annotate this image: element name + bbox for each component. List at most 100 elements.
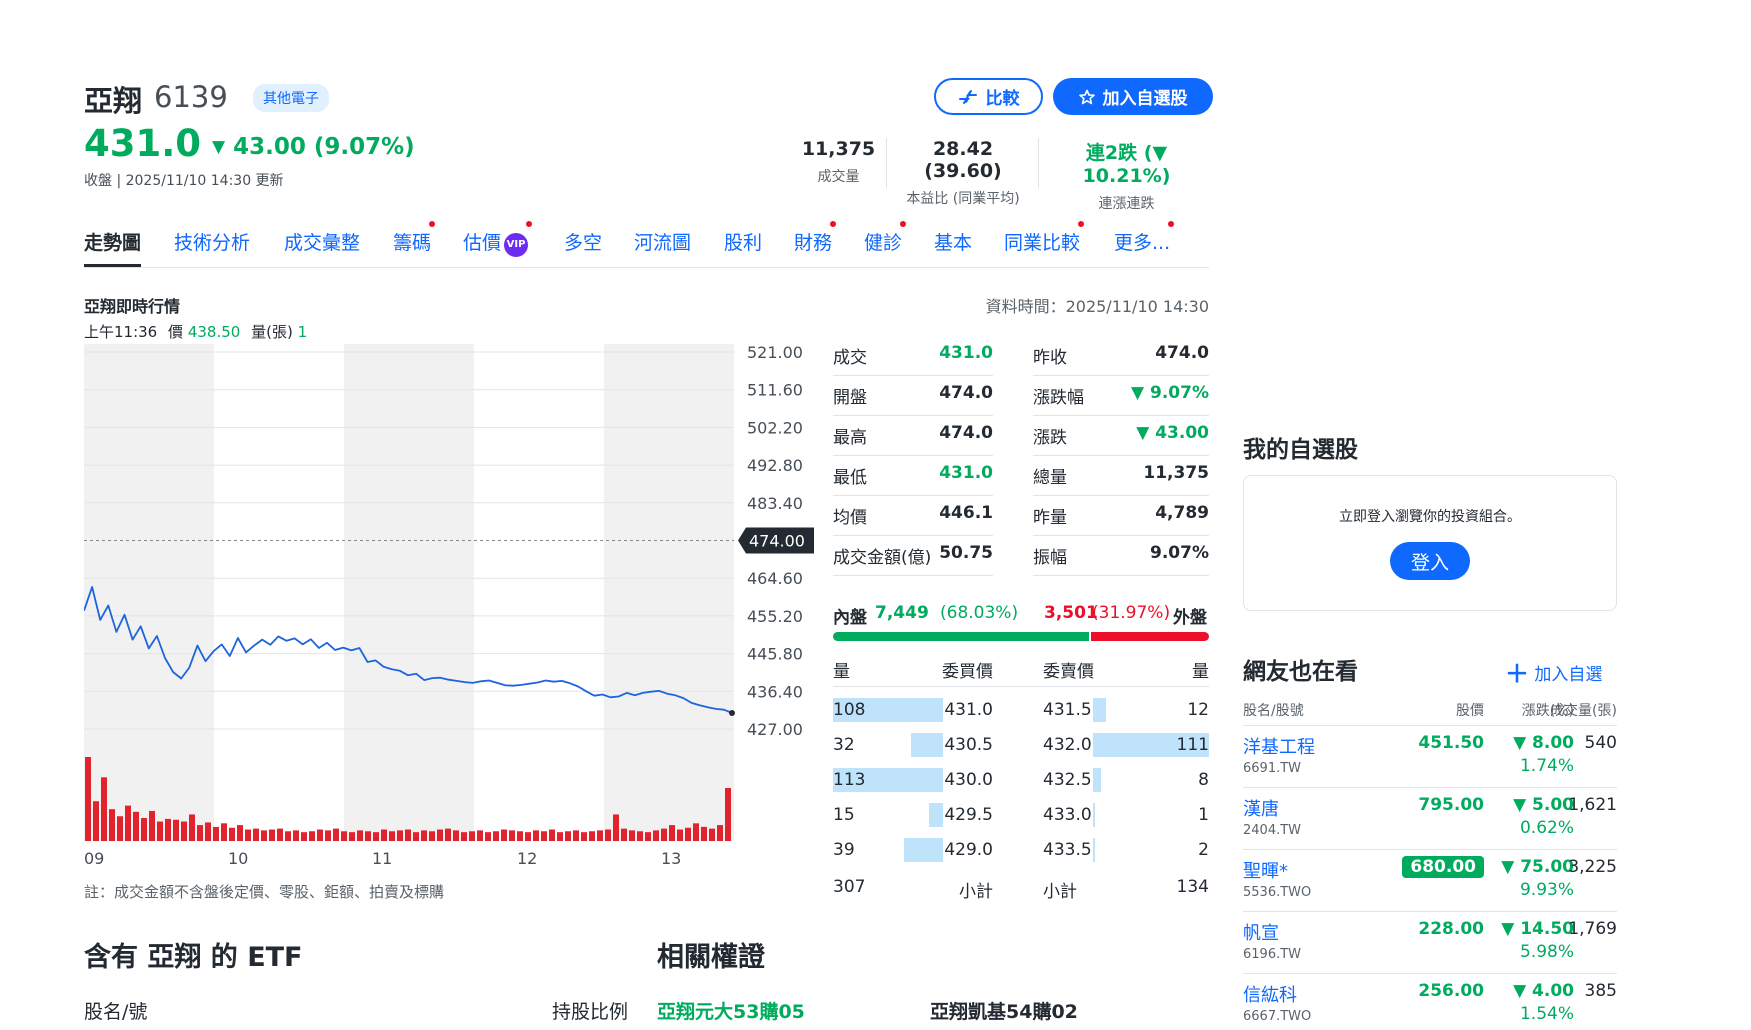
- row-divider: [1243, 849, 1617, 850]
- volume-bar: [669, 825, 675, 841]
- add-watchlist-link[interactable]: ＋ 加入自選: [1505, 654, 1602, 689]
- tab-more[interactable]: 更多...: [1114, 221, 1175, 255]
- volume-bar: [477, 830, 483, 841]
- peer-name-link[interactable]: 漢唐: [1243, 795, 1279, 821]
- quote-value: 474.0: [939, 383, 993, 403]
- tab-bar: 走勢圖 技術分析 成交彙整 籌碼 估價 VIP 多空 河流圖 股利 財務 健診 基…: [84, 221, 1209, 268]
- row-divider: [833, 455, 993, 456]
- quote-value: 9.07%: [1150, 543, 1209, 563]
- peer-name-link[interactable]: 洋基工程: [1243, 733, 1315, 759]
- ask-price: 432.0: [1043, 735, 1092, 755]
- divider: [886, 138, 887, 188]
- tab-valuation[interactable]: 估價 VIP: [463, 221, 533, 257]
- bid-total: 307: [833, 877, 866, 897]
- quote-value: 446.1: [939, 503, 993, 523]
- volume-bar: [141, 818, 147, 841]
- tab-technical[interactable]: 技術分析: [174, 228, 250, 255]
- tab-long-short[interactable]: 多空: [564, 228, 602, 255]
- peer-name-link[interactable]: 帆宣: [1243, 919, 1279, 945]
- hour-band: [214, 344, 344, 841]
- volume-bar: [277, 828, 283, 841]
- stock-code: 6139: [154, 80, 228, 114]
- volume-bar: [485, 832, 491, 841]
- tab-label: 健診: [864, 232, 903, 254]
- y-tick-label: 464.60: [747, 569, 803, 588]
- peer-name-link[interactable]: 聖暉*: [1243, 857, 1288, 883]
- chart-note: 註：成交金額不含盤後定價、零股、鉅額、拍賣及標購: [84, 883, 445, 901]
- quote-value: ▼ 9.07%: [1131, 383, 1209, 403]
- volume-bar: [389, 831, 395, 841]
- volume-bar: [493, 831, 499, 841]
- quote-label: 總量: [1033, 468, 1067, 488]
- warrant-link[interactable]: 亞翔凱基54購02: [930, 997, 1078, 1024]
- ask-qty: 8: [1198, 770, 1209, 790]
- volume-bar: [357, 830, 363, 841]
- quote-value: 50.75: [939, 543, 993, 563]
- peer-name-link[interactable]: 信紘科: [1243, 981, 1297, 1007]
- peer-price-value: 680.00: [1402, 856, 1484, 878]
- tab-trade-summary[interactable]: 成交彙整: [284, 228, 360, 255]
- volume-bar: [341, 831, 347, 841]
- volume-bar: [637, 831, 643, 841]
- peer-change-pct: 0.62%: [1519, 818, 1574, 838]
- price-chart[interactable]: 521.00 511.60 502.20 492.80 483.40 464.60 455.…: [84, 344, 814, 844]
- tab-basic[interactable]: 基本: [934, 228, 972, 255]
- volume-bar: [589, 831, 595, 841]
- row-divider: [1243, 725, 1617, 726]
- hover-vol: 1: [297, 323, 308, 341]
- peer-price: 256.00: [1354, 981, 1484, 1001]
- tab-trend[interactable]: 走勢圖: [84, 228, 142, 267]
- inner-value: 7,449: [875, 603, 929, 623]
- compare-button[interactable]: 比較: [934, 78, 1043, 115]
- volume-bar: [221, 823, 227, 841]
- ask-volume-bar: [1093, 698, 1106, 722]
- bid-qty: 15: [833, 805, 855, 825]
- sector-badge[interactable]: 其他電子: [253, 84, 329, 112]
- row-divider: [1243, 787, 1617, 788]
- tab-health[interactable]: 健診: [864, 221, 907, 255]
- peer-price: 795.00: [1354, 795, 1484, 815]
- bid-price: 430.5: [944, 735, 993, 755]
- peer-code: 5536.TWO: [1243, 885, 1312, 900]
- row-divider: [833, 686, 1209, 687]
- peer-price-value: 795.00: [1418, 795, 1484, 815]
- quote-label: 昨量: [1033, 508, 1067, 528]
- tab-peer-compare[interactable]: 同業比較: [1004, 221, 1085, 255]
- price-change: ▼ 43.00 (9.07%): [212, 134, 415, 160]
- ask-price: 433.5: [1043, 840, 1092, 860]
- stock-name: 亞翔: [84, 84, 143, 118]
- peer-volume: 1,769: [1568, 919, 1617, 939]
- y-tick-label: 483.40: [747, 494, 803, 513]
- hover-price-label: 價: [168, 323, 184, 341]
- quote-label: 成交: [833, 348, 867, 368]
- row-divider: [1033, 415, 1209, 416]
- add-watchlist-button[interactable]: 加入自選股: [1053, 78, 1213, 115]
- peer-price: 680.00: [1354, 856, 1484, 878]
- quote-label: 開盤: [833, 388, 867, 408]
- peer-price-value: 228.00: [1418, 919, 1484, 939]
- last-price-dot: [729, 709, 735, 716]
- y-tick-label: 511.60: [747, 381, 803, 400]
- warrant-link[interactable]: 亞翔元大53購05: [657, 997, 805, 1024]
- tab-river-chart[interactable]: 河流圖: [634, 228, 691, 255]
- stat-pe-label: 本益比 (同業平均): [906, 191, 1020, 207]
- tab-financials[interactable]: 財務: [794, 221, 837, 255]
- tab-dividend[interactable]: 股利: [724, 228, 762, 255]
- volume-bar: [429, 831, 435, 841]
- tab-chips[interactable]: 籌碼: [393, 221, 436, 255]
- volume-bar: [717, 825, 723, 841]
- volume-bar: [181, 821, 187, 841]
- stat-pe-value: 28.42 (39.60): [924, 138, 1002, 182]
- volume-bar: [525, 832, 531, 841]
- volume-bar: [109, 809, 115, 841]
- notification-dot: [1078, 221, 1085, 227]
- volume-bar: [285, 831, 291, 841]
- login-button[interactable]: 登入: [1390, 542, 1470, 580]
- volume-bar: [677, 829, 683, 841]
- volume-bar: [685, 827, 691, 841]
- volume-bar: [157, 821, 163, 841]
- peer-volume: 385: [1584, 981, 1617, 1001]
- volume-bar: [229, 827, 235, 841]
- volume-bar: [213, 826, 219, 841]
- volume-bar: [653, 830, 659, 841]
